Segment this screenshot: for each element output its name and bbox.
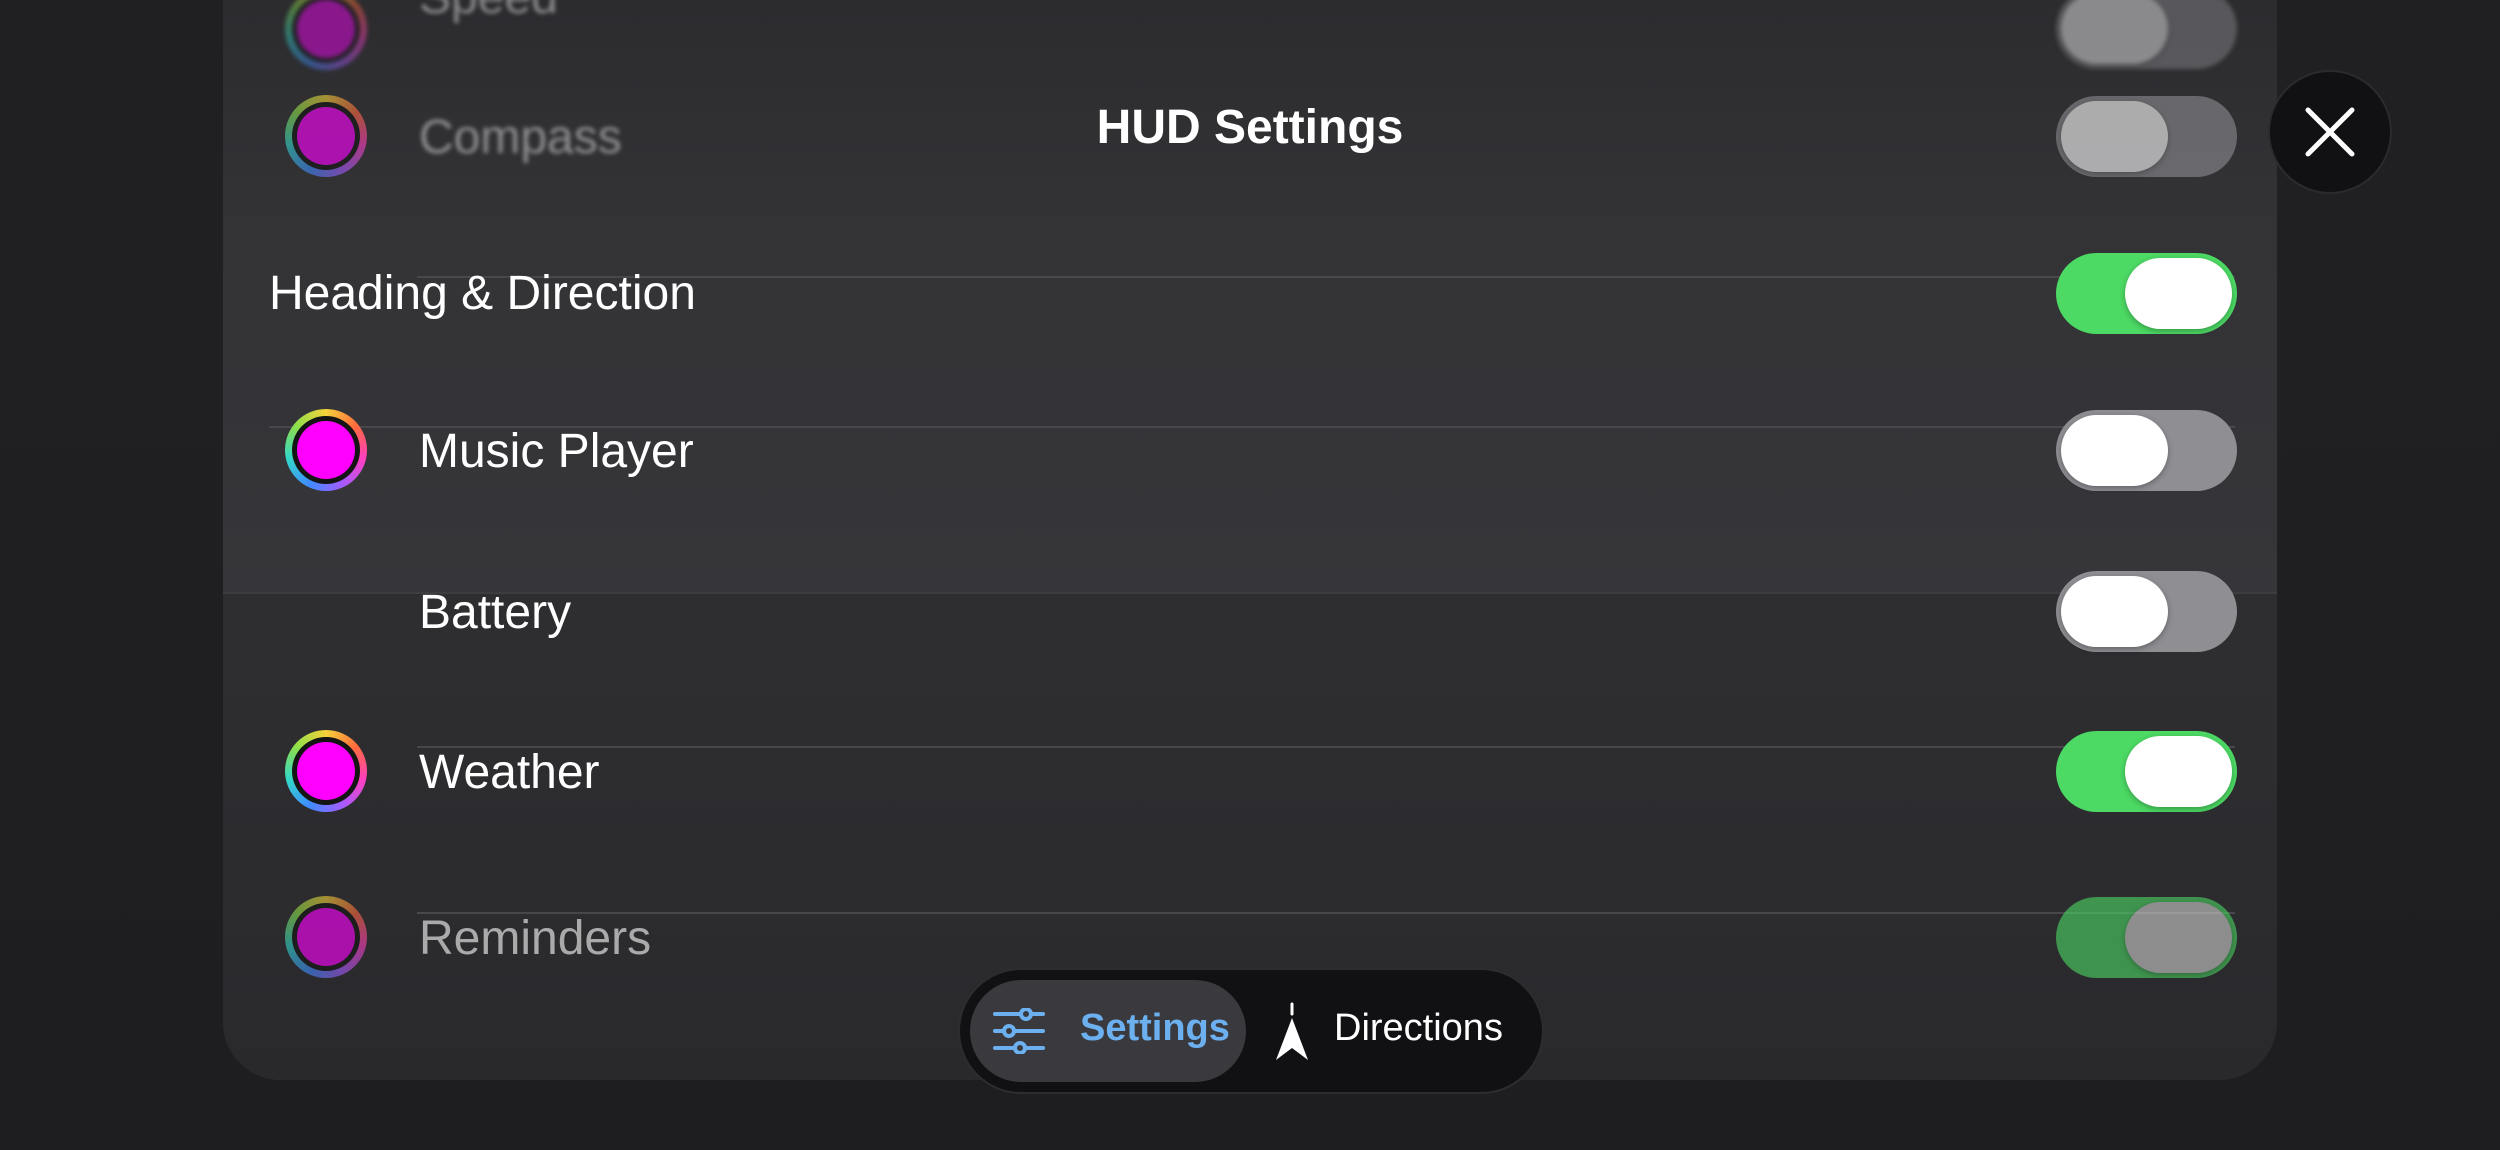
tab-settings-label: Settings [1080,1007,1230,1049]
close-button[interactable] [2268,70,2392,194]
reminders-toggle[interactable] [2056,897,2237,978]
setting-label-battery: Battery [419,586,572,639]
battery-toggle[interactable] [2056,571,2237,652]
setting-label-reminders: Reminders [419,912,652,965]
setting-label-heading-direction: Heading & Direction [269,267,696,320]
divider [417,912,2235,914]
close-icon [2305,107,2355,157]
tab-settings[interactable]: Settings [970,980,1246,1082]
bottom-tab-bar: Settings Directions [958,968,1544,1094]
setting-label-speed: Speed [419,0,558,25]
sliders-icon [993,1008,1045,1054]
page-title: HUD Settings [1096,101,1404,154]
weather-toggle[interactable] [2056,731,2237,812]
setting-label-weather: Weather [419,746,600,799]
tab-directions-label: Directions [1334,1007,1503,1049]
divider [417,746,2235,748]
setting-label-music-player: Music Player [419,425,694,478]
tab-directions[interactable]: Directions [1258,980,1528,1082]
color-ring-icon [285,409,367,491]
color-ring-icon [285,896,367,978]
hud-settings-screen: Speed Compass Heading & Direction Music … [0,0,2500,1150]
settings-sheet: Speed Compass Heading & Direction Music … [223,0,2277,1080]
navigation-arrow-icon [1276,1002,1308,1060]
color-ring-icon [285,730,367,812]
music-player-toggle[interactable] [2056,410,2237,491]
heading-direction-toggle[interactable] [2056,253,2237,334]
color-ring-icon [285,0,367,70]
speed-toggle[interactable] [2056,0,2237,69]
